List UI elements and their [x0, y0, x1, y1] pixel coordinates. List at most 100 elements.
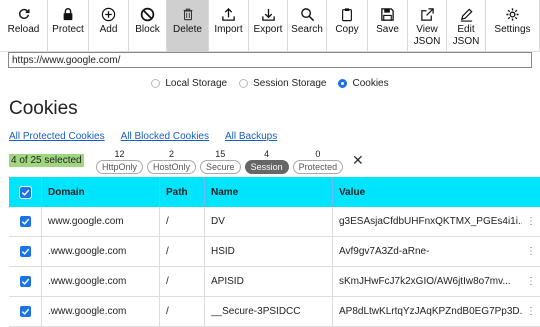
- filter-count: 2: [169, 149, 175, 159]
- column-header-value[interactable]: Value: [332, 177, 522, 207]
- cell-domain: .www.google.com: [41, 267, 159, 296]
- plus-circle-icon: [101, 6, 117, 22]
- clipboard-icon: [339, 6, 355, 22]
- delete-button[interactable]: Delete: [167, 0, 209, 52]
- row-menu-icon[interactable]: ⋮: [522, 207, 540, 236]
- column-header-name[interactable]: Name: [204, 177, 332, 207]
- checkbox-checked-icon: [19, 246, 31, 257]
- filter-pill[interactable]: HttpOnly: [96, 160, 144, 174]
- toolbar-button-label: Save: [376, 24, 399, 35]
- filter-count: 4: [264, 149, 270, 159]
- filter-pill[interactable]: Secure: [200, 160, 241, 174]
- table-row[interactable]: .www.google.com / APISID sKmJHwFcJ7k2xGIO/A…: [9, 267, 540, 297]
- table-row[interactable]: .www.google.com / HSID Avf9gv7A3Zd-aRne- ⋮: [9, 237, 540, 267]
- filter-count: 15: [215, 149, 226, 159]
- export-button[interactable]: Export: [249, 0, 288, 52]
- cell-value: sKmJHwFcJ7k2xGIO/AW6jtIw8o7mv...: [332, 267, 522, 296]
- column-header-path[interactable]: Path: [159, 177, 204, 207]
- radio-session-storage[interactable]: Session Storage: [239, 78, 326, 89]
- checkbox-checked-icon: [19, 276, 31, 287]
- filter-bar: 12 HttpOnly 2 HostOnly 15 Secure 4 Session 0 Prot…: [96, 148, 347, 174]
- table-body: www.google.com / DV g3ESAsjaCfdbUHFnxQKTMX_…: [9, 207, 540, 327]
- row-checkbox[interactable]: [9, 207, 41, 236]
- toolbar-button-label: Delete: [173, 24, 202, 35]
- filter-pill[interactable]: Session: [244, 160, 289, 174]
- row-checkbox[interactable]: [9, 267, 41, 296]
- import-button[interactable]: Import: [209, 0, 249, 52]
- radio-dot: [239, 79, 249, 88]
- row-checkbox[interactable]: [9, 297, 41, 326]
- cell-name: DV: [204, 207, 332, 236]
- edit-json-button[interactable]: Edit JSON: [447, 0, 486, 52]
- edit-icon: [458, 6, 474, 22]
- filter-pill[interactable]: HostOnly: [147, 160, 197, 174]
- gear-icon: [505, 6, 521, 22]
- toolbar-button-label: View JSON: [413, 24, 441, 47]
- cell-domain: .www.google.com: [41, 297, 159, 326]
- toolbar-button-label: Copy: [335, 24, 359, 35]
- cell-domain: .www.google.com: [41, 237, 159, 266]
- lock-icon: [60, 6, 76, 22]
- radio-cookies[interactable]: Cookies: [338, 78, 389, 89]
- search-button[interactable]: Search: [288, 0, 327, 52]
- checkbox-checked-icon: [18, 185, 32, 199]
- toolbar-button-label: Block: [135, 24, 160, 35]
- external-link-icon: [419, 6, 435, 22]
- reload-icon: [16, 6, 32, 22]
- url-field[interactable]: [8, 52, 532, 68]
- toolbar-button-label: Settings: [494, 24, 531, 35]
- table-header: Domain Path Name Value: [9, 177, 540, 207]
- trash-icon: [180, 6, 196, 22]
- all-backups-link[interactable]: All Backups: [225, 131, 277, 142]
- clear-filter-icon[interactable]: ✕: [352, 153, 364, 167]
- toolbar: Reload Protect Add Block Delete Import Export S…: [0, 0, 540, 52]
- table-row[interactable]: .www.google.com / __Secure-3PSIDCC AP8dLtwK…: [9, 297, 540, 327]
- filter-session[interactable]: 4 Session: [244, 148, 289, 174]
- column-header-domain[interactable]: Domain: [41, 177, 159, 207]
- radio-dot-selected: [338, 79, 348, 88]
- copy-button[interactable]: Copy: [327, 0, 368, 52]
- storage-type-selector: Local Storage Session Storage Cookies: [0, 78, 540, 89]
- all-blocked-cookies-link[interactable]: All Blocked Cookies: [121, 131, 209, 142]
- checkbox-checked-icon: [19, 216, 31, 227]
- toolbar-button-label: Add: [99, 24, 118, 35]
- cell-domain: www.google.com: [41, 207, 159, 236]
- block-button[interactable]: Block: [129, 0, 167, 52]
- radio-dot: [151, 79, 161, 88]
- checkbox-checked-icon: [19, 306, 31, 317]
- toolbar-button-label: Reload: [7, 24, 40, 35]
- radio-label: Cookies: [352, 78, 389, 89]
- filter-secure[interactable]: 15 Secure: [200, 148, 241, 174]
- filter-httponly[interactable]: 12 HttpOnly: [96, 148, 144, 174]
- save-button[interactable]: Save: [368, 0, 408, 52]
- save-icon: [380, 6, 396, 22]
- add-button[interactable]: Add: [89, 0, 129, 52]
- toolbar-button-label: Search: [291, 24, 323, 35]
- toolbar-button-label: Export: [253, 24, 283, 35]
- filter-protected[interactable]: 0 Protected: [292, 148, 344, 174]
- row-checkbox[interactable]: [9, 237, 41, 266]
- table-row[interactable]: www.google.com / DV g3ESAsjaCfdbUHFnxQKTMX_…: [9, 207, 540, 237]
- row-menu-icon[interactable]: ⋮: [522, 267, 540, 296]
- row-menu-icon[interactable]: ⋮: [522, 237, 540, 266]
- filter-pill[interactable]: Protected: [292, 160, 344, 174]
- select-all-checkbox[interactable]: [9, 177, 41, 207]
- cell-name: APISID: [204, 267, 332, 296]
- settings-button[interactable]: Settings: [486, 0, 540, 52]
- search-icon: [299, 6, 315, 22]
- radio-label: Local Storage: [165, 78, 228, 89]
- view-json-button[interactable]: View JSON: [408, 0, 447, 52]
- filter-hostonly[interactable]: 2 HostOnly: [147, 148, 197, 174]
- cell-path: /: [159, 207, 204, 236]
- reload-button[interactable]: Reload: [0, 0, 48, 52]
- all-protected-cookies-link[interactable]: All Protected Cookies: [9, 131, 105, 142]
- radio-local-storage[interactable]: Local Storage: [151, 78, 227, 89]
- links-row: All Protected Cookies All Blocked Cookie…: [9, 131, 293, 142]
- row-menu-icon[interactable]: ⋮: [522, 297, 540, 326]
- upload-icon: [221, 6, 237, 22]
- block-icon: [140, 6, 156, 22]
- toolbar-button-label: Protect: [52, 24, 84, 35]
- filter-count: 12: [114, 149, 125, 159]
- cell-name: HSID: [204, 237, 332, 266]
- protect-button[interactable]: Protect: [48, 0, 89, 52]
